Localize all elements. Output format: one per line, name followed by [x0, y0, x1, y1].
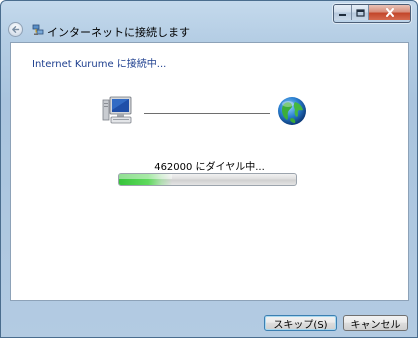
dialing-status: 462000 にダイヤル中...	[154, 162, 265, 173]
content-panel: Internet Kurume に接続中... 462000 にダイヤル中...	[10, 42, 409, 301]
back-arrow-icon	[12, 26, 20, 33]
button-footer: スキップ(S) キャンセル	[1, 301, 417, 339]
globe-icon	[278, 97, 306, 125]
connecting-heading: Internet Kurume に接続中...	[32, 59, 167, 70]
computer-icon	[102, 96, 132, 124]
back-button[interactable]	[8, 22, 23, 37]
connection-line	[144, 113, 270, 114]
connection-progress-bar	[118, 173, 297, 186]
cancel-button[interactable]: キャンセル	[343, 315, 408, 331]
navigation-bar: インターネットに接続します	[1, 13, 417, 41]
window-title: インターネットに接続します	[47, 26, 190, 39]
progress-bar-fill	[119, 174, 173, 185]
skip-button[interactable]: スキップ(S)	[264, 315, 337, 331]
network-connection-icon	[32, 24, 44, 35]
connect-dialog-window: インターネットに接続します Internet Kurume に接続中... 46…	[0, 0, 418, 338]
